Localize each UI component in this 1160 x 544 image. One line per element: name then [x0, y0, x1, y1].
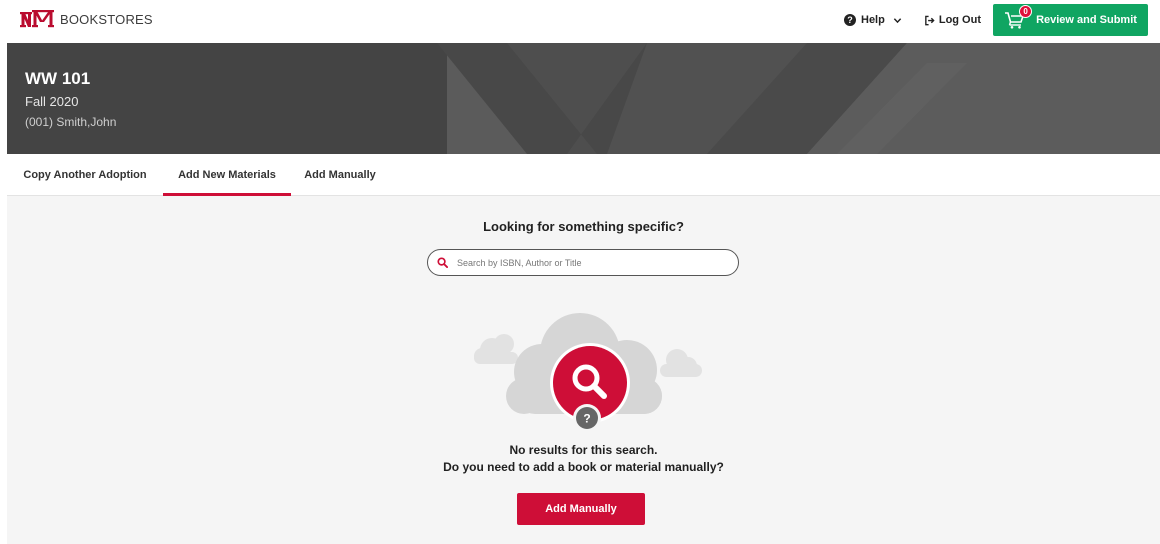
sign-out-icon [924, 15, 935, 25]
review-and-submit-button[interactable]: 0 Review and Submit [993, 4, 1148, 36]
tab-add-new-materials[interactable]: Add New Materials [163, 155, 291, 196]
brand-text: BOOKSTORES [60, 11, 153, 27]
search-box[interactable] [427, 249, 739, 276]
no-results-illustration: ? [474, 313, 702, 432]
unm-logo-icon [20, 10, 54, 28]
question-circle-icon: ? [844, 14, 856, 26]
cart-count-badge: 0 [1019, 5, 1033, 18]
course-code: WW 101 [25, 69, 91, 88]
course-term: Fall 2020 [25, 94, 79, 109]
logout-button[interactable]: Log Out [924, 14, 981, 26]
tab-label: Add Manually [304, 169, 376, 181]
no-results-line-1: No results for this search. [509, 443, 658, 457]
nav-actions: ? Help Log Out 0 Review and Submit [844, 4, 1148, 36]
add-manually-button[interactable]: Add Manually [517, 493, 645, 525]
no-results-message: No results for this search. Do you need … [7, 442, 1160, 476]
tab-label: Copy Another Adoption [23, 169, 147, 181]
help-label: Help [861, 14, 885, 26]
svg-text:?: ? [583, 412, 590, 426]
tab-add-manually[interactable]: Add Manually [291, 155, 389, 195]
course-banner: WW 101 Fall 2020 (001) Smith,John [7, 43, 1160, 154]
review-label: Review and Submit [1036, 14, 1137, 26]
search-input[interactable] [457, 257, 727, 268]
top-navbar: BOOKSTORES ? Help Log Out 0 Review and S… [0, 0, 1160, 42]
main-content: Looking for something specific? Search b… [7, 196, 1160, 544]
tab-copy-another-adoption[interactable]: Copy Another Adoption [7, 155, 163, 195]
search-heading: Looking for something specific? [483, 219, 684, 234]
banner-background-pattern [7, 43, 1160, 154]
course-section: (001) Smith,John [25, 115, 117, 129]
cart-icon: 0 [1004, 5, 1033, 29]
search-icon [437, 257, 448, 268]
course-info: WW 101 Fall 2020 (001) Smith,John [25, 69, 116, 129]
logout-label: Log Out [938, 14, 981, 26]
no-results-line-2: Do you need to add a book or material ma… [443, 460, 724, 474]
tab-label: Add New Materials [178, 169, 276, 181]
adoption-tabs: Copy Another Adoption Add New Materials … [7, 155, 1160, 196]
chevron-down-icon [893, 17, 902, 23]
brand[interactable]: BOOKSTORES [20, 9, 153, 29]
help-menu-button[interactable]: ? Help [844, 14, 902, 26]
